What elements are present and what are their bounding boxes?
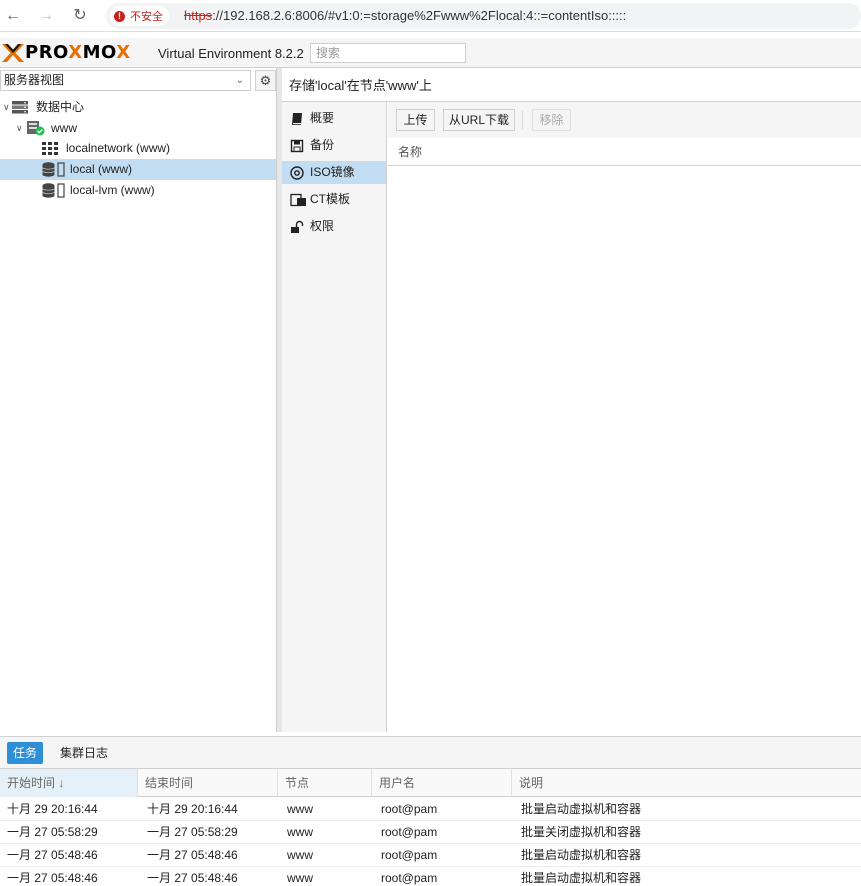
cell-end-time: 一月 27 05:48:46 — [147, 848, 238, 862]
storage-icon — [42, 183, 65, 198]
resource-tree-panel: 服务器视图 ⌄ ⚙ ∨ 数据中心 ∨ www localnetwork (www… — [0, 68, 277, 732]
insecure-label: 不安全 — [130, 11, 163, 23]
cell-user: root@pam — [381, 871, 438, 885]
iso-content-panel: 上传 从URL下载 移除 名称 — [388, 102, 861, 732]
search-input[interactable]: 搜索 — [310, 43, 466, 63]
tree-item-node-www[interactable]: ∨ www — [0, 118, 276, 139]
column-header-node[interactable]: 节点 — [278, 769, 372, 797]
nav-item-iso[interactable]: ISO镜像 — [282, 161, 386, 184]
network-grid-icon — [42, 142, 58, 155]
tab-tasks[interactable]: 任务 — [7, 742, 44, 764]
column-header-start-time[interactable]: 开始时间 ↓ — [0, 769, 138, 797]
column-header-description[interactable]: 说明 — [512, 769, 861, 797]
url-scheme: https — [184, 8, 213, 23]
nav-item-label: 权限 — [310, 219, 335, 233]
cell-description: 批量启动虚拟机和容器 — [521, 802, 642, 816]
task-table-header: 开始时间 ↓ 结束时间 节点 用户名 说明 — [0, 769, 861, 797]
table-row[interactable]: 一月 27 05:48:46 一月 27 05:48:46 www root@p… — [0, 867, 861, 886]
back-arrow-icon[interactable]: ← — [3, 6, 23, 26]
tree-item-local-lvm[interactable]: local-lvm (www) — [0, 180, 276, 201]
column-header-name[interactable]: 名称 — [388, 138, 861, 166]
tree-item-label: localnetwork (www) — [66, 141, 171, 155]
task-log-tabs: 任务 集群日志 — [0, 737, 861, 769]
cell-description: 批量启动虚拟机和容器 — [521, 848, 642, 862]
address-bar[interactable]: ! 不安全 https://192.168.2.6:8006/#v1:0:=st… — [106, 3, 861, 29]
book-icon — [292, 113, 302, 125]
cell-start-time: 一月 27 05:58:29 — [7, 825, 98, 839]
toolbar-separator — [522, 111, 523, 129]
column-header-end-time[interactable]: 结束时间 — [138, 769, 278, 797]
cell-start-time: 十月 29 20:16:44 — [7, 802, 98, 816]
nav-item-ct-templates[interactable]: CT模板 — [282, 188, 386, 211]
cell-start-time: 一月 27 05:48:46 — [7, 871, 98, 885]
cell-description: 批量关闭虚拟机和容器 — [521, 825, 642, 839]
security-indicator[interactable]: ! 不安全 — [110, 6, 169, 26]
chevron-down-icon: ⌄ — [235, 75, 244, 86]
tree-item-label: local-lvm (www) — [70, 183, 155, 197]
cell-node: www — [287, 848, 313, 862]
cell-description: 批量启动虚拟机和容器 — [521, 871, 642, 885]
table-row[interactable]: 十月 29 20:16:44 十月 29 20:16:44 www root@p… — [0, 798, 861, 821]
tab-cluster-log[interactable]: 集群日志 — [54, 742, 114, 764]
app-header: PROXMOX Virtual Environment 8.2.2 搜索 — [0, 38, 861, 68]
url-rest: ://192.168.2.6:8006/#v1:0:=storage%2Fwww… — [212, 8, 627, 23]
tree-item-label: local (www) — [70, 162, 133, 176]
cell-user: root@pam — [381, 802, 438, 816]
nav-item-label: 备份 — [310, 138, 335, 152]
download-from-url-button[interactable]: 从URL下载 — [443, 109, 515, 131]
view-selector[interactable]: 服务器视图 ⌄ — [0, 70, 251, 91]
datacenter-icon — [12, 101, 28, 114]
nav-item-label: 概要 — [310, 111, 335, 125]
tree-collapse-icon[interactable]: ∨ — [3, 97, 10, 118]
template-icon — [290, 193, 306, 207]
logo-wordmark: PROXMOX — [25, 42, 131, 63]
disc-icon — [290, 166, 304, 180]
task-log-panel: 任务 集群日志 开始时间 ↓ 结束时间 节点 用户名 说明 十月 29 20:1… — [0, 736, 861, 886]
reload-icon[interactable]: ↻ — [70, 6, 90, 26]
cell-user: root@pam — [381, 848, 438, 862]
table-row[interactable]: 一月 27 05:58:29 一月 27 05:58:29 www root@p… — [0, 821, 861, 844]
upload-button[interactable]: 上传 — [396, 109, 435, 131]
tree-item-local[interactable]: local (www) — [0, 159, 276, 180]
unlock-icon — [291, 220, 304, 233]
iso-toolbar: 上传 从URL下载 移除 — [388, 102, 861, 138]
nav-item-summary[interactable]: 概要 — [282, 107, 386, 130]
cell-end-time: 十月 29 20:16:44 — [147, 802, 238, 816]
nav-item-label: ISO镜像 — [310, 165, 355, 179]
column-header-user[interactable]: 用户名 — [372, 769, 512, 797]
node-online-icon — [27, 121, 45, 136]
cell-end-time: 一月 27 05:48:46 — [147, 871, 238, 885]
storage-icon — [42, 162, 65, 177]
proxmox-logo: PROXMOX — [2, 42, 131, 64]
floppy-icon — [290, 139, 304, 153]
content-title: 存储'local'在节点'www'上 — [282, 68, 861, 102]
nav-item-backup[interactable]: 备份 — [282, 134, 386, 157]
cell-user: root@pam — [381, 825, 438, 839]
nav-item-label: CT模板 — [310, 192, 350, 206]
view-selector-label: 服务器视图 — [4, 73, 65, 87]
nav-item-permissions[interactable]: 权限 — [282, 215, 386, 238]
browser-toolbar: ← → ↻ ! 不安全 https://192.168.2.6:8006/#v1… — [0, 0, 861, 32]
cell-node: www — [287, 802, 313, 816]
logo-x-icon — [2, 44, 24, 62]
warning-icon: ! — [114, 10, 125, 22]
tree-item-localnetwork[interactable]: localnetwork (www) — [0, 138, 276, 159]
url-text[interactable]: https://192.168.2.6:8006/#v1:0:=storage%… — [184, 8, 626, 23]
content-nav: 概要 备份 ISO镜像 CT模板 权限 — [282, 102, 387, 732]
tree-item-datacenter[interactable]: ∨ 数据中心 — [0, 97, 276, 118]
tree-item-label: www — [51, 121, 77, 135]
remove-button[interactable]: 移除 — [532, 109, 571, 131]
table-row[interactable]: 一月 27 05:48:46 一月 27 05:48:46 www root@p… — [0, 844, 861, 867]
cell-node: www — [287, 825, 313, 839]
gear-icon[interactable]: ⚙ — [255, 70, 276, 91]
cell-node: www — [287, 871, 313, 885]
forward-arrow-icon[interactable]: → — [36, 6, 56, 26]
product-version: Virtual Environment 8.2.2 — [158, 46, 304, 61]
tree-collapse-icon[interactable]: ∨ — [16, 118, 23, 139]
cell-start-time: 一月 27 05:48:46 — [7, 848, 98, 862]
cell-end-time: 一月 27 05:58:29 — [147, 825, 238, 839]
tree-item-label: 数据中心 — [36, 100, 85, 114]
